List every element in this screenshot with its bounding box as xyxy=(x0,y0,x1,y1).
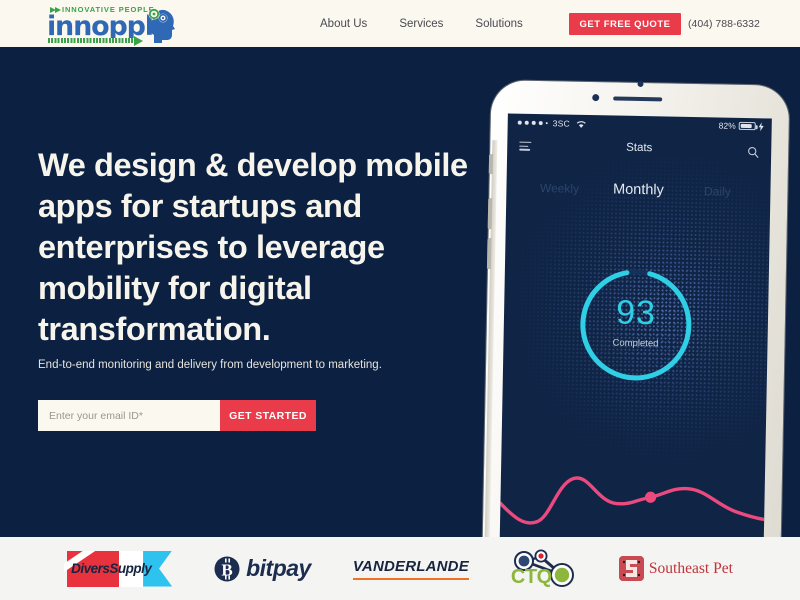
head-gears-icon xyxy=(148,8,175,43)
site-header: INNOVATIVE PEOPLE innoppl About Us Servi… xyxy=(0,0,800,47)
tab-monthly[interactable]: Monthly xyxy=(596,181,680,199)
phone-front-camera-icon xyxy=(592,94,600,102)
app-bar: Stats xyxy=(507,135,771,166)
divers-supply-wordmark: DiversSupply xyxy=(71,560,152,576)
progress-label: Completed xyxy=(612,337,659,350)
charging-bolt-icon xyxy=(758,121,764,131)
phone-proximity-sensor-icon xyxy=(637,80,644,88)
search-icon[interactable] xyxy=(747,146,759,159)
battery-cap xyxy=(755,125,758,130)
phone-volume-down-button xyxy=(486,238,492,270)
get-started-button[interactable]: GET STARTED xyxy=(220,400,316,431)
battery-fill xyxy=(740,123,752,129)
battery-icon xyxy=(738,121,758,131)
header-phone-number[interactable]: (404) 788-6332 xyxy=(688,18,760,30)
client-logo-divers-supply[interactable]: DiversSupply xyxy=(67,550,173,587)
status-bar-right: 82% xyxy=(719,120,764,131)
southeast-pet-mark xyxy=(618,556,644,581)
phone-status-bar: 3SC 82% xyxy=(508,113,772,138)
email-signup-form: GET STARTED xyxy=(38,400,316,431)
svg-text:B: B xyxy=(221,560,232,579)
completion-progress-ring: 93 Completed xyxy=(574,263,698,387)
tab-daily[interactable]: Daily xyxy=(680,184,754,199)
wifi-icon xyxy=(576,120,586,128)
carrier-label: 3SC xyxy=(552,118,570,129)
chart-highlight-point xyxy=(644,491,657,503)
tab-weekly[interactable]: Weekly xyxy=(522,181,596,196)
ctq-wordmark: CTQ xyxy=(510,565,552,588)
phone-mockup: 3SC 82% Stats Weekly Monthly Daily 93 Co… xyxy=(482,80,797,537)
logo-underline-bar xyxy=(48,38,134,43)
page-root: INNOVATIVE PEOPLE innoppl About Us Servi… xyxy=(0,0,800,600)
phone-screen: 3SC 82% Stats Weekly Monthly Daily 93 Co… xyxy=(499,113,772,537)
client-logo-bitpay[interactable]: B bitpay xyxy=(214,555,311,582)
hero-subheadline: End-to-end monitoring and delivery from … xyxy=(38,359,382,371)
phone-body: 3SC 82% Stats Weekly Monthly Daily 93 Co… xyxy=(482,80,790,537)
vanderlande-underline xyxy=(352,577,469,580)
stats-period-tabs: Weekly Monthly Daily xyxy=(506,175,770,204)
bitpay-wordmark: bitpay xyxy=(246,555,311,581)
nav-item-services[interactable]: Services xyxy=(399,18,443,30)
bitcoin-icon: B xyxy=(214,556,240,581)
phone-silent-switch xyxy=(488,154,494,175)
signal-dot-3 xyxy=(531,120,536,125)
app-title: Stats xyxy=(626,141,653,155)
nav-item-about-us[interactable]: About Us xyxy=(320,18,367,30)
southeast-pet-glyph-icon xyxy=(618,556,644,581)
client-logo-southeast-pet[interactable]: Southeast Pet xyxy=(618,556,733,581)
vanderlande-wordmark: VANDERLANDE xyxy=(352,557,469,575)
progress-value: 93 xyxy=(615,293,657,333)
get-free-quote-button[interactable]: GET FREE QUOTE xyxy=(569,13,681,35)
signal-dot-2 xyxy=(524,120,529,125)
nav-item-solutions[interactable]: Solutions xyxy=(475,18,522,30)
hero-section: We design & develop mobile apps for star… xyxy=(0,47,800,537)
hero-headline: We design & develop mobile apps for star… xyxy=(38,147,468,347)
stats-line-chart xyxy=(499,425,766,537)
status-bar-left: 3SC xyxy=(517,118,587,129)
client-logo-ctq[interactable]: CTQ xyxy=(511,549,577,589)
southeast-pet-wordmark: Southeast Pet xyxy=(648,559,733,577)
client-logo-vanderlande[interactable]: VANDERLANDE xyxy=(352,557,469,580)
phone-speaker-grille xyxy=(613,96,663,102)
signal-dot-4 xyxy=(538,121,543,126)
phone-volume-up-button xyxy=(487,198,493,230)
signal-dot-5 xyxy=(545,122,548,125)
line-chart-svg xyxy=(499,476,766,525)
main-navigation: About Us Services Solutions xyxy=(320,0,523,47)
site-logo[interactable]: INNOVATIVE PEOPLE innoppl xyxy=(42,4,180,46)
email-input[interactable] xyxy=(38,400,220,431)
battery-percent-label: 82% xyxy=(718,120,736,131)
client-logo-strip: DiversSupply B bitpay VANDERLANDE CTQ So… xyxy=(0,537,800,600)
signal-dot-1 xyxy=(517,120,522,125)
